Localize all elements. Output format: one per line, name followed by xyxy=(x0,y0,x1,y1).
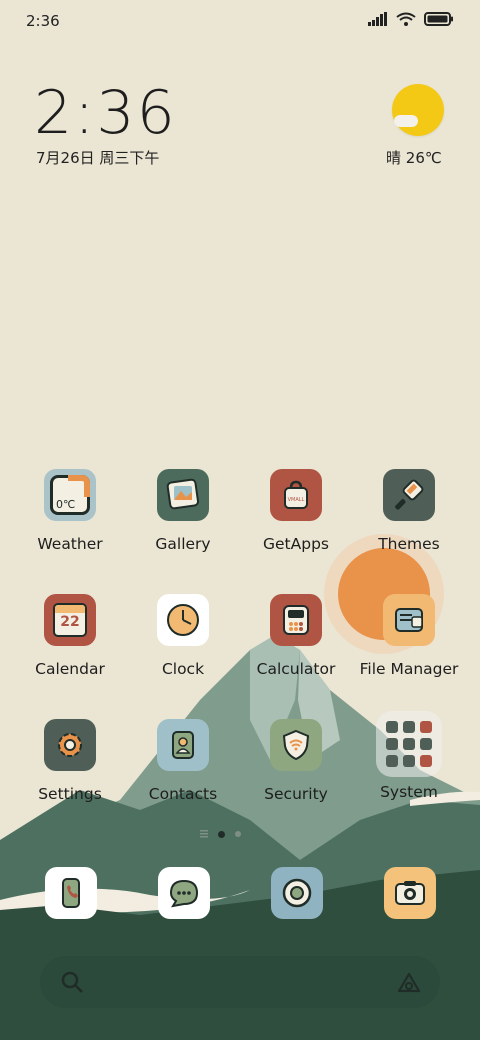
app-getapps[interactable]: VMALL GetApps xyxy=(241,469,351,553)
calendar-icon: 22 xyxy=(44,594,96,646)
app-label: Gallery xyxy=(155,535,211,553)
page-list-icon xyxy=(200,830,208,838)
app-clock[interactable]: Clock xyxy=(128,594,238,678)
app-label: Themes xyxy=(378,535,440,553)
status-bar: 2:36 xyxy=(0,0,480,44)
app-label: Calendar xyxy=(35,660,105,678)
clock-widget-date: 7月26日 周三下午 xyxy=(36,149,160,167)
search-icon xyxy=(61,971,83,993)
app-settings[interactable]: Settings xyxy=(15,719,125,803)
app-label: Settings xyxy=(38,785,102,803)
app-system-folder[interactable]: System xyxy=(354,711,464,801)
gear-icon xyxy=(44,719,96,771)
page-dot xyxy=(235,831,241,837)
wifi-icon xyxy=(396,12,416,26)
app-calculator[interactable]: Calculator xyxy=(241,594,351,678)
phone-icon[interactable] xyxy=(45,867,97,919)
svg-text:VMALL: VMALL xyxy=(288,497,305,503)
app-label: Calculator xyxy=(256,660,336,678)
app-themes[interactable]: Themes xyxy=(354,469,464,553)
app-label: Security xyxy=(264,785,328,803)
clock-widget-time[interactable]: 2:36 xyxy=(34,78,177,148)
contacts-icon xyxy=(157,719,209,771)
app-file-manager[interactable]: File Manager xyxy=(354,594,464,678)
camera-icon[interactable] xyxy=(384,867,436,919)
assistant-icon[interactable] xyxy=(396,970,422,994)
clock-icon xyxy=(157,594,209,646)
folder-grid-icon xyxy=(376,711,442,777)
app-gallery[interactable]: Gallery xyxy=(128,469,238,553)
app-label: File Manager xyxy=(359,660,459,678)
app-label: System xyxy=(380,783,438,801)
browser-icon[interactable] xyxy=(271,867,323,919)
app-contacts[interactable]: Contacts xyxy=(128,719,238,803)
paintbrush-icon xyxy=(383,469,435,521)
page-dot-active xyxy=(218,830,225,838)
weather-widget-text: 晴 26℃ xyxy=(386,147,442,168)
app-security[interactable]: Security xyxy=(241,719,351,803)
weather-condition: 晴 xyxy=(386,149,402,167)
app-label: Clock xyxy=(161,660,205,678)
shopping-bag-icon: VMALL xyxy=(270,469,322,521)
calculator-icon xyxy=(270,594,322,646)
shield-icon xyxy=(270,719,322,771)
app-label: Contacts xyxy=(148,785,218,803)
signal-icon xyxy=(368,12,387,26)
app-label: GetApps xyxy=(263,535,329,553)
page-indicator[interactable] xyxy=(200,830,241,838)
app-label: Weather xyxy=(37,535,103,553)
status-time: 2:36 xyxy=(26,12,60,30)
app-calendar[interactable]: 22 Calendar xyxy=(15,594,125,678)
weather-icon: 0℃ xyxy=(44,469,96,521)
gallery-icon xyxy=(157,469,209,521)
cloud-icon xyxy=(394,115,418,127)
battery-icon xyxy=(424,12,453,26)
app-weather[interactable]: 0℃ Weather xyxy=(15,469,125,553)
folder-icon xyxy=(383,594,435,646)
search-bar[interactable] xyxy=(40,956,440,1008)
sun-icon[interactable] xyxy=(392,84,444,136)
messages-icon[interactable] xyxy=(158,867,210,919)
weather-temperature: 26℃ xyxy=(405,149,442,167)
